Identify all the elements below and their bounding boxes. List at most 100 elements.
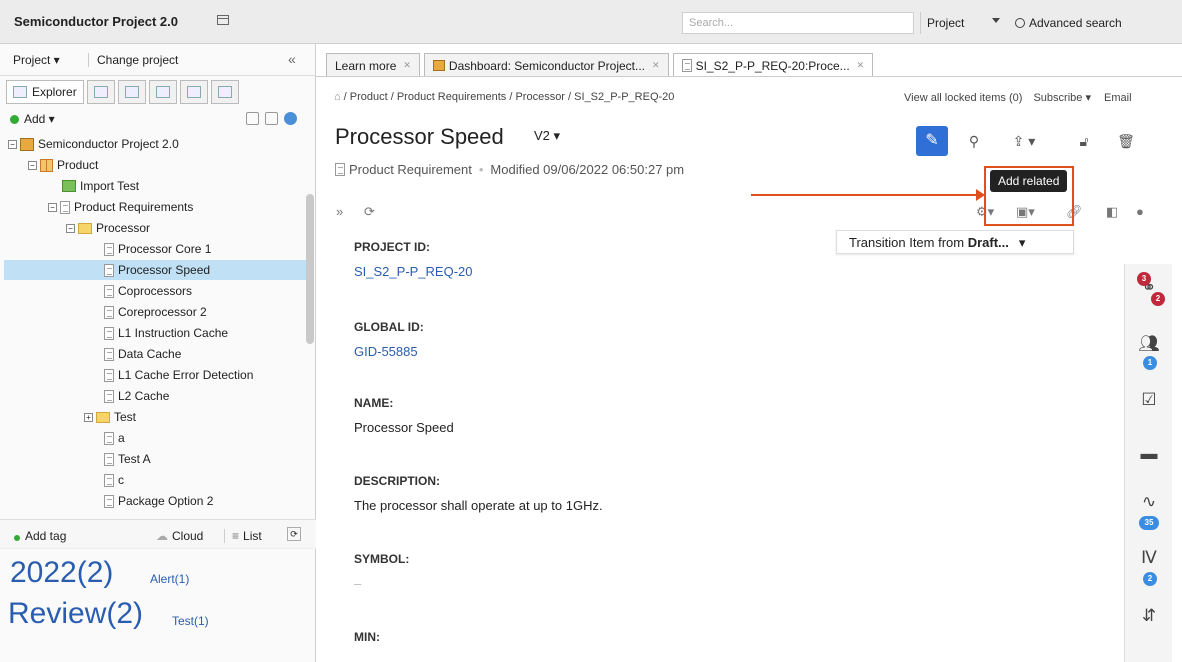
window-icon[interactable] xyxy=(217,15,229,25)
collapse-toggle-icon[interactable]: − xyxy=(28,160,37,170)
expand-icon[interactable]: » xyxy=(336,204,343,219)
chevron-down-icon[interactable] xyxy=(992,18,1000,23)
refresh-icon[interactable]: ⟳ xyxy=(364,204,375,220)
tree-node[interactable]: Coreprocessor 2 xyxy=(104,302,207,322)
tree-node[interactable]: Data Cache xyxy=(104,344,181,364)
expand-toggle-icon[interactable]: + xyxy=(84,412,93,422)
field-label: NAME: xyxy=(354,396,394,410)
tree-node[interactable]: a xyxy=(104,428,125,448)
locked-items-link[interactable]: View all locked items (0) xyxy=(904,92,1022,104)
field-label: PROJECT ID: xyxy=(354,240,431,254)
item-type: Product Requirement xyxy=(349,162,472,177)
tree-node[interactable]: c xyxy=(104,470,124,490)
tree-scrollbar[interactable] xyxy=(306,194,314,344)
collapse-toggle-icon[interactable]: − xyxy=(48,202,57,212)
tab-label: SI_S2_P-P_REQ-20:Proce... xyxy=(695,58,850,73)
tree-node[interactable]: L1 Instruction Cache xyxy=(104,323,228,343)
lock-icon[interactable]: 🔓︎ xyxy=(1068,126,1100,156)
refresh-icon[interactable]: ⟳ xyxy=(287,527,301,541)
doc-icon xyxy=(681,59,692,72)
tree-node-label: a xyxy=(118,431,125,445)
tab-document[interactable] xyxy=(179,80,208,104)
tree-node[interactable]: + Test xyxy=(84,407,136,427)
advanced-search-link[interactable]: Advanced search xyxy=(1015,16,1122,30)
edit-button[interactable]: ✎ xyxy=(916,126,948,156)
tab-item[interactable]: SI_S2_P-P_REQ-20:Proce... ✕ xyxy=(672,53,874,77)
tree-node[interactable]: − Product Requirements xyxy=(48,197,193,217)
doc-icon xyxy=(104,242,114,256)
versions-icon[interactable]: Ⅳ 2 xyxy=(1135,548,1163,586)
tab-filter[interactable] xyxy=(86,80,115,104)
tab-window[interactable] xyxy=(148,80,177,104)
sync-icon[interactable]: ⇵ xyxy=(1135,606,1163,626)
tag-link[interactable]: Review(2) xyxy=(8,597,143,631)
relationships-icon[interactable]: ⚲ xyxy=(958,126,990,156)
item-toolbar: ✎ ⚲ ⇪ ▾ 🔓︎ 🗑︎ xyxy=(916,126,1142,156)
tree-node-label: L1 Cache Error Detection xyxy=(118,368,254,382)
tree-node-label: L1 Instruction Cache xyxy=(118,326,229,340)
tag-link[interactable]: Alert(1) xyxy=(150,572,189,586)
help-icon[interactable] xyxy=(284,112,297,125)
version-select[interactable]: V2 ▾ xyxy=(534,128,560,144)
change-project-link[interactable]: Change project xyxy=(88,53,178,67)
comment-icon[interactable]: ▬ xyxy=(1135,444,1163,464)
tree-node[interactable]: L1 Cache Error Detection xyxy=(104,365,253,385)
add-menu[interactable]: Add ▾ xyxy=(10,112,55,126)
trace-icon[interactable]: ◧ xyxy=(1106,204,1118,220)
tree-node[interactable]: Package Option 2 xyxy=(104,491,213,511)
collapse-panel-icon[interactable]: « xyxy=(288,51,296,67)
collapse-toggle-icon[interactable]: − xyxy=(8,139,17,149)
home-icon[interactable]: ⌂ xyxy=(334,91,341,103)
doc-icon xyxy=(104,263,114,277)
tree-node[interactable]: L2 Cache xyxy=(104,386,169,406)
tag-link[interactable]: Test(1) xyxy=(172,614,209,628)
people-icon[interactable]: 👥︎ 1 xyxy=(1135,334,1163,370)
relationships-widget-icon[interactable]: ⚭ 3 2 xyxy=(1135,272,1165,306)
transition-select[interactable]: Transition Item from Draft... ▾ xyxy=(836,230,1074,254)
explorer-tab-label: Explorer xyxy=(32,85,77,99)
breadcrumb[interactable]: ⌂ / Product / Product Requirements / Proc… xyxy=(334,91,674,103)
project-id-link[interactable]: SI_S2_P-P_REQ-20 xyxy=(354,264,473,279)
refresh-icon[interactable] xyxy=(265,112,278,125)
tree-node[interactable]: − Product xyxy=(28,155,98,175)
tree-node-label: Processor xyxy=(96,221,151,235)
global-id-link[interactable]: GID-55885 xyxy=(354,344,418,359)
subscribe-menu[interactable]: Subscribe ▾ xyxy=(1033,92,1091,104)
tab-tag[interactable] xyxy=(210,80,239,104)
close-icon[interactable]: ✕ xyxy=(403,60,411,71)
search-input[interactable]: Search... xyxy=(682,12,914,34)
cloud-view-button[interactable]: ☁ Cloud xyxy=(156,529,203,543)
tree-node[interactable]: Coprocessors xyxy=(104,281,192,301)
tree-node-label: Coprocessors xyxy=(118,284,193,298)
tree-node-label: Test A xyxy=(118,452,151,466)
delete-icon[interactable]: 🗑︎ xyxy=(1110,126,1142,156)
tree-node[interactable]: Test A xyxy=(104,449,151,469)
list-view-button[interactable]: ≡ List xyxy=(224,529,262,543)
tab-learn-more[interactable]: Learn more ✕ xyxy=(326,53,420,77)
add-tag-button[interactable]: Add tag xyxy=(14,529,66,543)
status-icon[interactable]: ● xyxy=(1136,204,1144,219)
activity-icon[interactable]: ∿ 35 xyxy=(1135,492,1163,530)
close-icon[interactable]: ✕ xyxy=(652,60,660,71)
tree-node[interactable]: Import Test xyxy=(62,176,139,196)
project-menu[interactable]: Project ▾ xyxy=(13,53,60,67)
settings-icon[interactable] xyxy=(246,112,259,125)
search-scope-select[interactable]: Project xyxy=(920,12,970,34)
tree-node-label: Processor Speed xyxy=(118,263,211,277)
export-icon[interactable]: ⇪ ▾ xyxy=(1000,126,1048,156)
folder-icon xyxy=(78,222,92,234)
tree-node[interactable]: − Processor xyxy=(66,218,150,238)
close-icon[interactable]: ✕ xyxy=(857,60,865,71)
tab-dashboard[interactable]: Dashboard: Semiconductor Project... ✕ xyxy=(423,53,669,77)
tab-calendar[interactable] xyxy=(117,80,146,104)
email-link[interactable]: Email xyxy=(1104,92,1132,104)
review-icon[interactable]: ☑ xyxy=(1135,390,1163,410)
tree-node-label: Processor Core 1 xyxy=(118,242,212,256)
tag-link[interactable]: 2022(2) xyxy=(10,556,113,590)
breadcrumb-text[interactable]: / Product / Product Requirements / Proce… xyxy=(344,91,675,103)
tree-node-selected[interactable]: Processor Speed xyxy=(4,260,306,280)
tree-node[interactable]: − Semiconductor Project 2.0 xyxy=(8,134,179,154)
tree-node[interactable]: Processor Core 1 xyxy=(104,239,211,259)
collapse-toggle-icon[interactable]: − xyxy=(66,223,75,233)
tab-explorer[interactable]: Explorer xyxy=(6,80,84,104)
